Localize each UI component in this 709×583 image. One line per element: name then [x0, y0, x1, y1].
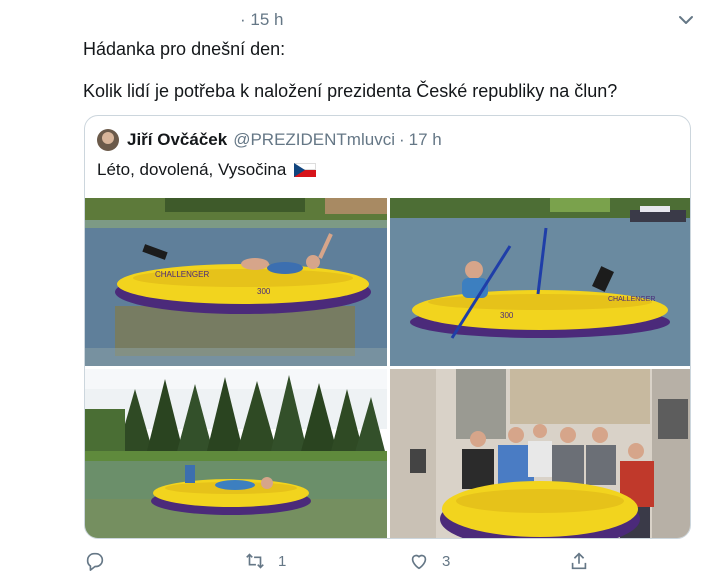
avatar[interactable] [97, 129, 119, 151]
tweet-text-line-1: Hádanka pro dnešní den: [83, 39, 286, 59]
quoted-author-handle[interactable]: @PREZIDENTmluvci [233, 130, 395, 150]
separator-dot: · [398, 130, 405, 149]
boat-model-label-2: 300 [500, 311, 514, 320]
like-count: 3 [442, 552, 451, 570]
boat-brand-label: CHALLENGER [155, 270, 209, 279]
tweet-actions: 1 3 [0, 550, 709, 578]
retweet-count: 1 [278, 552, 287, 570]
quoted-timestamp[interactable]: 17 h [409, 130, 442, 150]
quoted-tweet-header: Jiří Ovčáček @PREZIDENTmluvci · 17 h [97, 128, 442, 152]
quoted-author-name[interactable]: Jiří Ovčáček [127, 130, 227, 150]
boat-model-label: 300 [257, 287, 271, 296]
like-button[interactable]: 3 [408, 550, 450, 572]
photo-man-rowing-dinghy[interactable]: 300 CHALLENGER [390, 198, 690, 366]
tweet-timestamp[interactable]: · 15 h [240, 10, 283, 30]
boat-brand-label-2: CHALLENGER [608, 296, 655, 303]
retweet-icon [246, 553, 264, 569]
quoted-tweet-text-row: Léto, dovolená, Vysočina [97, 160, 317, 180]
czech-flag-icon [294, 163, 317, 177]
photo-dinghy-forest-lake[interactable] [85, 369, 387, 538]
share-button[interactable] [568, 550, 590, 572]
photo-man-in-yellow-dinghy-waving[interactable]: CHALLENGER 300 [85, 198, 387, 366]
reply-icon [86, 552, 104, 571]
chevron-down-icon[interactable] [676, 10, 696, 30]
quoted-tweet[interactable]: Jiří Ovčáček @PREZIDENTmluvci · 17 h Lét… [84, 115, 691, 539]
tweet-text-line-2: Kolik lidí je potřeba k naložení prezide… [83, 81, 618, 101]
tweet: · 15 h Hádanka pro dnešní den: Kolik lid… [0, 0, 709, 583]
retweet-button[interactable]: 1 [244, 550, 286, 572]
photo-group-with-dinghy[interactable] [390, 369, 690, 538]
reply-button[interactable] [84, 550, 118, 572]
heart-icon [411, 554, 427, 570]
share-icon [571, 552, 587, 570]
quoted-tweet-text: Léto, dovolená, Vysočina [97, 160, 287, 179]
